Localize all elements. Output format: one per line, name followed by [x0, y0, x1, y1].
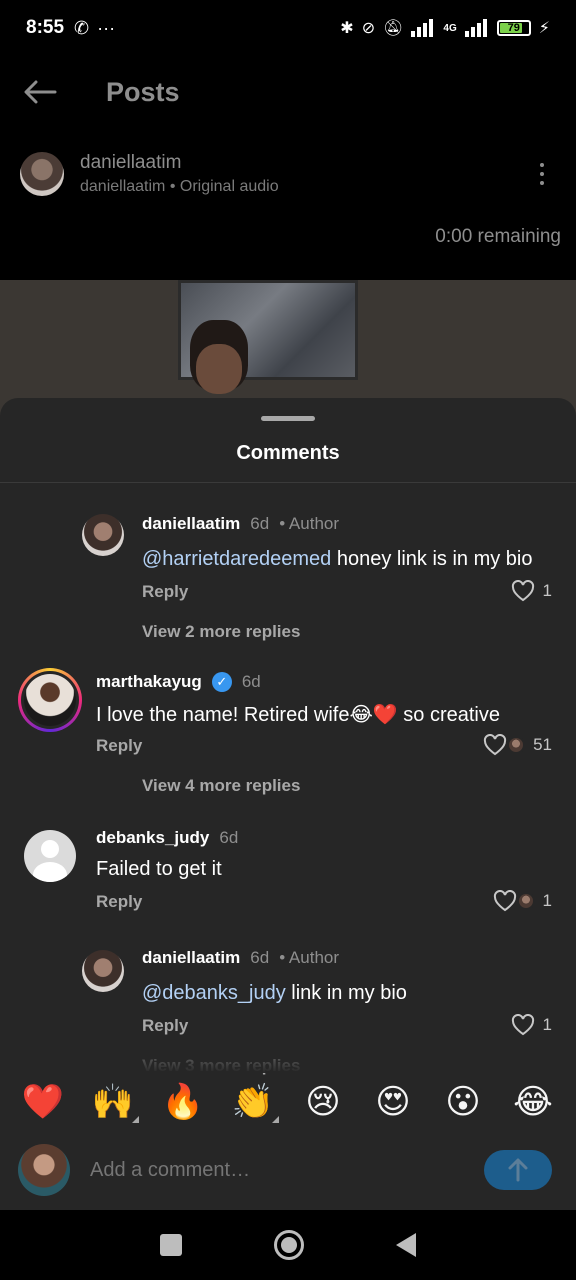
- comment-text: @debanks_judy link in my bio: [142, 982, 407, 1004]
- current-user-avatar: [18, 1144, 70, 1196]
- like-button[interactable]: 1: [493, 890, 552, 912]
- like-count: 1: [542, 581, 552, 600]
- view-replies-button[interactable]: View 4 more replies: [142, 776, 300, 796]
- system-navigation-bar: [0, 1210, 576, 1280]
- mute-icon: 🔕︎: [383, 20, 404, 37]
- back-arrow-icon: [24, 80, 57, 104]
- like-button[interactable]: 51: [483, 734, 552, 756]
- signal-icon-2: [464, 19, 487, 37]
- heart-outline-icon: [493, 890, 516, 912]
- post-header: daniellaatim daniellaatim • Original aud…: [0, 146, 576, 202]
- emoji-raising-hands-button[interactable]: 🙌: [89, 1085, 139, 1123]
- avatar[interactable]: [82, 514, 124, 556]
- back-button-system[interactable]: [396, 1233, 416, 1257]
- status-bar: 8:55 ✆ ··· ✱ ⊘ 🔕︎ 4G 79 ⚡: [0, 0, 576, 56]
- view-replies-button[interactable]: View 2 more replies: [142, 622, 300, 642]
- comment: debanks_judy 6d Failed to get it Reply 1: [0, 826, 576, 926]
- reply-button[interactable]: Reply: [142, 1016, 188, 1036]
- comment-reply: daniellaatim 6d • Author @harrietdaredee…: [0, 508, 576, 658]
- link-icon: ⊘: [361, 20, 376, 37]
- heart-outline-icon: [511, 1014, 534, 1036]
- author-badge: • Author: [279, 514, 340, 533]
- sheet-drag-handle[interactable]: [261, 416, 315, 421]
- bluetooth-icon: ✱: [340, 20, 354, 37]
- page-title: Posts: [106, 76, 180, 107]
- comment-input[interactable]: [90, 1158, 460, 1182]
- comment-username[interactable]: daniellaatim: [142, 948, 240, 968]
- post-author-username[interactable]: daniellaatim: [80, 152, 279, 174]
- comment-time: 6d: [241, 672, 261, 691]
- signal-icon: [411, 19, 434, 37]
- reply-button[interactable]: Reply: [96, 892, 142, 912]
- comment-time: 6d: [250, 514, 270, 533]
- post-author-avatar[interactable]: [20, 152, 64, 196]
- mention-link[interactable]: @debanks_judy: [142, 982, 286, 1004]
- default-avatar-icon[interactable]: [24, 830, 76, 882]
- back-button[interactable]: [0, 60, 80, 124]
- home-icon: [281, 1237, 297, 1253]
- status-time: 8:55: [26, 17, 65, 38]
- emoji-heart-eyes-button[interactable]: 😍: [369, 1085, 417, 1119]
- liked-by-author-avatar: [507, 736, 526, 754]
- comment-text: Failed to get it: [96, 858, 222, 880]
- more-notifications-icon: ···: [97, 17, 116, 38]
- emoji-surprised-button[interactable]: 😮: [439, 1085, 487, 1119]
- emoji-clapping-button[interactable]: 👏: [229, 1085, 279, 1123]
- reply-button[interactable]: Reply: [142, 582, 188, 602]
- comment-username[interactable]: marthakayug: [96, 672, 202, 692]
- avatar-story-ring[interactable]: [18, 668, 82, 732]
- like-button[interactable]: 1: [511, 1014, 552, 1036]
- comments-title: Comments: [236, 442, 340, 464]
- liked-by-author-avatar: [516, 892, 535, 910]
- list-fade-overlay: [0, 1048, 576, 1073]
- comment-username[interactable]: debanks_judy: [96, 828, 209, 848]
- home-button[interactable]: [274, 1230, 304, 1260]
- skin-tone-caret-icon: [132, 1116, 139, 1123]
- divider: [0, 482, 576, 483]
- mention-link[interactable]: @harrietdaredeemed: [142, 548, 331, 570]
- emoji-fire-button[interactable]: 🔥: [159, 1085, 207, 1119]
- emoji-heart-button[interactable]: ❤️: [19, 1085, 67, 1119]
- like-count: 51: [533, 735, 552, 754]
- recent-apps-button[interactable]: [160, 1234, 182, 1256]
- emoji-laughing-button[interactable]: 😂: [509, 1085, 557, 1119]
- comment: marthakayug ✓ 6d I love the name! Retire…: [0, 668, 576, 818]
- comment-text: @harrietdaredeemed honey link is in my b…: [142, 548, 533, 570]
- like-button[interactable]: 1: [511, 580, 552, 602]
- comment-text: I love the name! Retired wife😂❤️ so crea…: [96, 704, 500, 726]
- network-type: 4G: [443, 22, 457, 34]
- charging-icon: ⚡: [538, 20, 550, 37]
- verified-badge-icon: ✓: [211, 672, 232, 692]
- heart-outline-icon: [511, 580, 534, 602]
- comment-composer: [0, 1138, 576, 1202]
- avatar[interactable]: [82, 950, 124, 992]
- whatsapp-icon: ✆: [74, 17, 90, 38]
- post-audio-label[interactable]: daniellaatim • Original audio: [80, 178, 279, 196]
- emoji-quick-bar: ❤️ 🙌 🔥 👏 😢 😍 😮 😂: [0, 1072, 576, 1132]
- author-badge: • Author: [279, 948, 340, 967]
- battery-icon: 79: [496, 20, 531, 36]
- arrow-up-icon: [508, 1158, 528, 1182]
- reply-button[interactable]: Reply: [96, 736, 142, 756]
- avatar: [24, 674, 76, 726]
- comments-sheet: Comments daniellaatim 6d • Author @harri…: [0, 398, 576, 1210]
- like-count: 1: [542, 1015, 552, 1034]
- more-vertical-icon: [540, 163, 544, 167]
- header: Posts: [0, 60, 576, 124]
- heart-outline-icon: [484, 734, 507, 756]
- emoji-crying-button[interactable]: 😢: [299, 1085, 347, 1119]
- comment-time: 6d: [250, 948, 270, 967]
- post-comment-button[interactable]: [484, 1150, 552, 1190]
- video-remaining-time: 0:00 remaining: [435, 226, 561, 247]
- comment-username[interactable]: daniellaatim: [142, 514, 240, 534]
- like-count: 1: [542, 891, 552, 910]
- comment-time: 6d: [219, 828, 239, 847]
- more-options-button[interactable]: [522, 154, 562, 194]
- skin-tone-caret-icon: [272, 1116, 279, 1123]
